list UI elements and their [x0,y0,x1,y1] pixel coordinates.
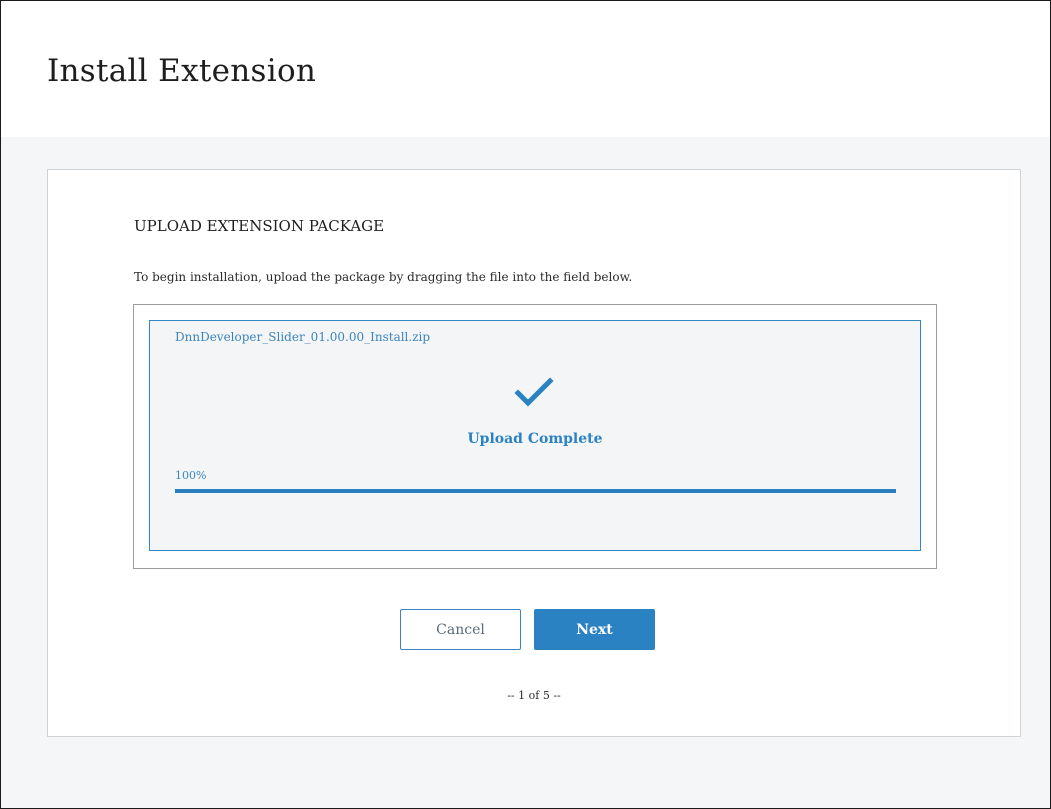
upload-dropzone[interactable]: DnnDeveloper_Slider_01.00.00_Install.zip… [133,304,937,569]
step-indicator: -- 1 of 5 -- [507,689,561,702]
checkmark-icon [514,377,554,407]
progress-bar-fill [175,489,896,493]
upload-status-text: Upload Complete [467,431,603,447]
next-button[interactable]: Next [534,609,655,650]
page-header: Install Extension [1,1,1050,137]
cancel-button[interactable]: Cancel [400,609,521,650]
page-title: Install Extension [47,53,317,89]
section-title: UPLOAD EXTENSION PACKAGE [134,217,385,235]
upload-progress-panel: DnnDeveloper_Slider_01.00.00_Install.zip… [149,320,921,551]
upload-instructions: To begin installation, upload the packag… [134,270,633,284]
progress-percent-label: 100% [175,469,207,482]
uploaded-file-name: DnnDeveloper_Slider_01.00.00_Install.zip [175,330,431,344]
app-window: Install Extension UPLOAD EXTENSION PACKA… [0,0,1051,809]
install-wizard-card: UPLOAD EXTENSION PACKAGE To begin instal… [47,169,1021,737]
progress-bar [175,489,896,493]
